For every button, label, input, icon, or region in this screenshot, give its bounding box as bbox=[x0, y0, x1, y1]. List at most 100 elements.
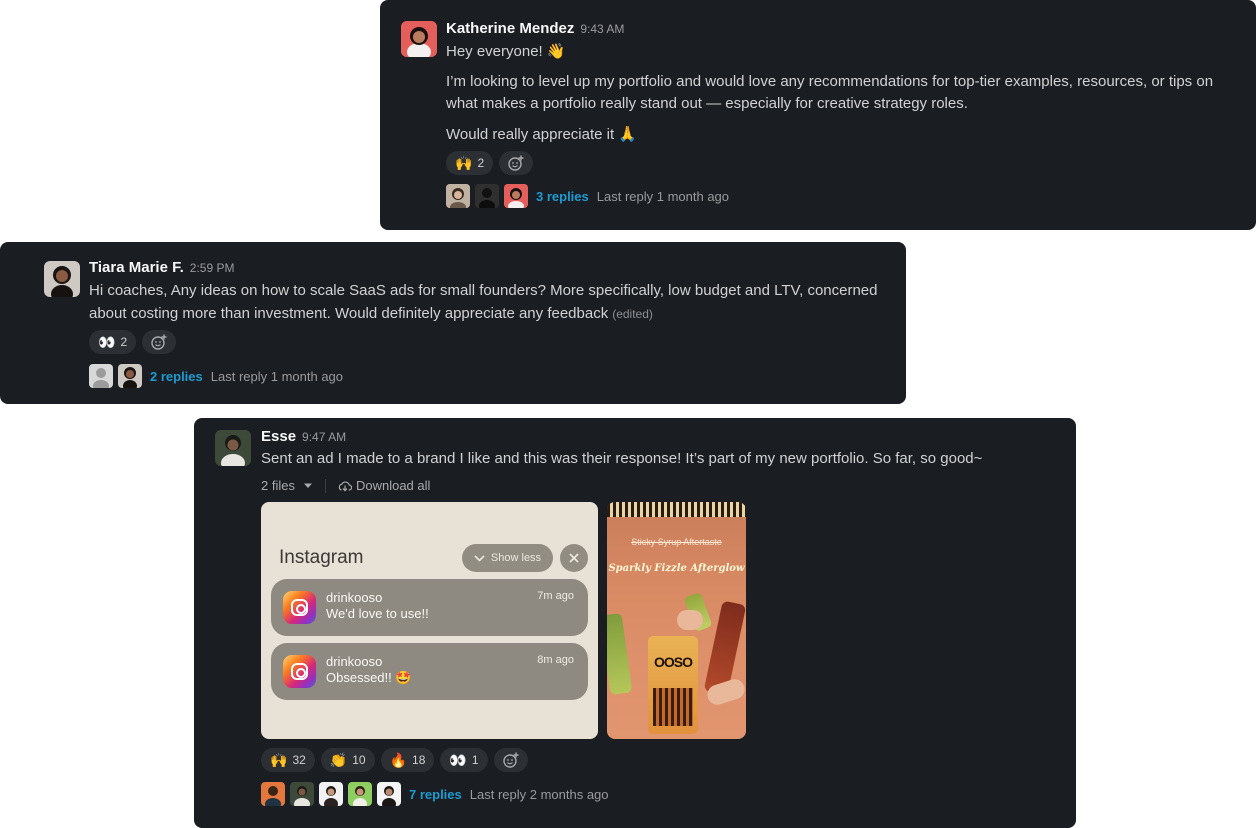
avatar-esse[interactable] bbox=[215, 430, 251, 466]
reply-avatar bbox=[446, 184, 470, 208]
avatar-katherine[interactable] bbox=[401, 21, 437, 57]
chevron-down-icon bbox=[303, 483, 312, 488]
message-line: Hi coaches, Any ideas on how to scale Sa… bbox=[89, 282, 878, 299]
show-less-button: Show less bbox=[462, 544, 553, 572]
add-reaction-icon bbox=[502, 752, 519, 768]
reaction-count: 1 bbox=[471, 753, 479, 767]
notification-time: 8m ago bbox=[537, 654, 574, 666]
reaction-pill[interactable]: 🙌 2 bbox=[446, 151, 494, 175]
download-all-button[interactable]: Download all bbox=[338, 478, 430, 493]
notification-sender: drinkooso bbox=[326, 654, 383, 669]
instagram-app-icon bbox=[283, 655, 316, 688]
reply-avatar bbox=[89, 364, 113, 388]
reply-avatar bbox=[475, 184, 499, 208]
close-button bbox=[560, 544, 588, 572]
author-name[interactable]: Katherine Mendez bbox=[446, 20, 574, 37]
replies-link[interactable]: 7 replies bbox=[409, 787, 462, 802]
can-logo: OOSO bbox=[653, 654, 693, 670]
reply-avatar bbox=[504, 184, 528, 208]
reply-avatar bbox=[319, 782, 343, 806]
reaction-pill[interactable]: 👀 1 bbox=[440, 748, 488, 772]
add-reaction-button[interactable] bbox=[493, 748, 528, 772]
message-timestamp[interactable]: 9:43 AM bbox=[580, 22, 624, 36]
reaction-pill[interactable]: 🔥 18 bbox=[380, 748, 435, 772]
reaction-count: 18 bbox=[412, 753, 426, 767]
reaction-pill[interactable]: 🙌 32 bbox=[261, 748, 315, 772]
reply-avatar bbox=[377, 782, 401, 806]
message-line: what makes a portfolio really stand out … bbox=[446, 95, 968, 112]
last-reply-text: Last reply 2 months ago bbox=[469, 786, 609, 802]
reaction-emoji: 🔥 bbox=[389, 751, 408, 768]
notification-sender: drinkooso bbox=[326, 590, 383, 605]
reaction-bar: 🙌 2 bbox=[446, 151, 534, 175]
thread-summary[interactable]: 2 replies Last reply 1 month ago bbox=[89, 364, 343, 388]
author-name[interactable]: Tiara Marie F. bbox=[89, 259, 184, 276]
message-line-with-edited: about costing more than investment. Woul… bbox=[89, 303, 653, 325]
can-band bbox=[653, 688, 693, 726]
message-text: about costing more than investment. Woul… bbox=[89, 305, 609, 322]
last-reply-text: Last reply 1 month ago bbox=[596, 188, 730, 204]
message-line: Would really appreciate it 🙏 bbox=[446, 126, 637, 143]
message-timestamp[interactable]: 9:47 AM bbox=[302, 430, 346, 444]
reaction-emoji: 👀 bbox=[98, 333, 116, 350]
last-reply-text: Last reply 1 month ago bbox=[210, 368, 344, 384]
notification-message: Obsessed!! 🤩 bbox=[326, 670, 412, 685]
thread-summary[interactable]: 3 replies Last reply 1 month ago bbox=[446, 184, 729, 208]
reply-avatar bbox=[290, 782, 314, 806]
reaction-emoji: 👀 bbox=[449, 751, 467, 768]
bottle-image bbox=[607, 612, 633, 696]
poster-struck-text: Sticky Syrup Aftertaste bbox=[631, 537, 722, 547]
reaction-count: 32 bbox=[292, 753, 306, 767]
instagram-screenshot-attachment[interactable]: Instagram Show less drinkooso We'd love … bbox=[261, 502, 598, 739]
add-reaction-button[interactable] bbox=[499, 151, 534, 175]
reply-avatar bbox=[348, 782, 372, 806]
reaction-emoji: 👏 bbox=[329, 751, 348, 768]
reply-avatar bbox=[261, 782, 285, 806]
can-image: OOSO bbox=[648, 636, 698, 734]
reaction-pill[interactable]: 👏 10 bbox=[320, 748, 375, 772]
edited-label: (edited) bbox=[612, 307, 653, 321]
files-count-toggle[interactable]: 2 files bbox=[261, 478, 313, 493]
reaction-bar: 👀 2 bbox=[89, 330, 177, 354]
avatar-tiara[interactable] bbox=[44, 261, 80, 297]
replies-link[interactable]: 2 replies bbox=[150, 369, 203, 384]
thread-summary[interactable]: 7 replies Last reply 2 months ago bbox=[261, 782, 609, 806]
show-less-label: Show less bbox=[490, 552, 542, 564]
notification-time: 7m ago bbox=[537, 590, 574, 602]
add-reaction-button[interactable] bbox=[142, 330, 177, 354]
message-line: Sent an ad I made to a brand I like and … bbox=[261, 450, 983, 467]
replies-link[interactable]: 3 replies bbox=[536, 189, 589, 204]
cloud-download-icon bbox=[338, 480, 352, 491]
reply-avatar bbox=[118, 364, 142, 388]
hand-image bbox=[677, 610, 703, 630]
chevron-down-icon bbox=[474, 554, 485, 562]
ad-poster-attachment[interactable]: Sticky Syrup Aftertaste Sparkly Fizzle A… bbox=[607, 502, 746, 739]
poster-stripes bbox=[607, 502, 746, 517]
notification-card: drinkooso Obsessed!! 🤩 8m ago bbox=[271, 643, 588, 700]
reaction-pill[interactable]: 👀 2 bbox=[89, 330, 137, 354]
message-timestamp[interactable]: 2:59 PM bbox=[190, 261, 235, 275]
instagram-title: Instagram bbox=[279, 547, 364, 568]
message-card-tiara: Tiara Marie F. 2:59 PM Hi coaches, Any id… bbox=[0, 242, 906, 404]
reaction-emoji: 🙌 bbox=[455, 154, 473, 171]
instagram-app-icon bbox=[283, 591, 316, 624]
reaction-count: 10 bbox=[352, 753, 366, 767]
divider bbox=[324, 478, 326, 493]
reaction-emoji: 🙌 bbox=[270, 751, 288, 768]
message-line: I’m looking to level up my portfolio and… bbox=[446, 73, 1214, 90]
close-icon bbox=[569, 553, 579, 563]
author-name[interactable]: Esse bbox=[261, 428, 296, 445]
notification-card: drinkooso We'd love to use!! 7m ago bbox=[271, 579, 588, 636]
reaction-count: 2 bbox=[120, 335, 128, 349]
add-reaction-icon bbox=[151, 334, 167, 350]
reaction-count: 2 bbox=[477, 156, 485, 170]
poster-headline: Sparkly Fizzle Afterglow bbox=[608, 563, 745, 574]
download-all-label: Download all bbox=[355, 478, 431, 493]
files-count: 2 files bbox=[261, 478, 295, 493]
notification-message: We'd love to use!! bbox=[326, 606, 429, 621]
files-bar: 2 files Download all bbox=[261, 478, 430, 493]
message-line: Hey everyone! 👋 bbox=[446, 43, 566, 60]
add-reaction-icon bbox=[508, 155, 524, 171]
message-card-katherine: Katherine Mendez 9:43 AM Hey everyone! 👋 … bbox=[380, 0, 1256, 230]
reaction-bar: 🙌 32 👏 10 🔥 18 👀 1 bbox=[261, 748, 528, 772]
